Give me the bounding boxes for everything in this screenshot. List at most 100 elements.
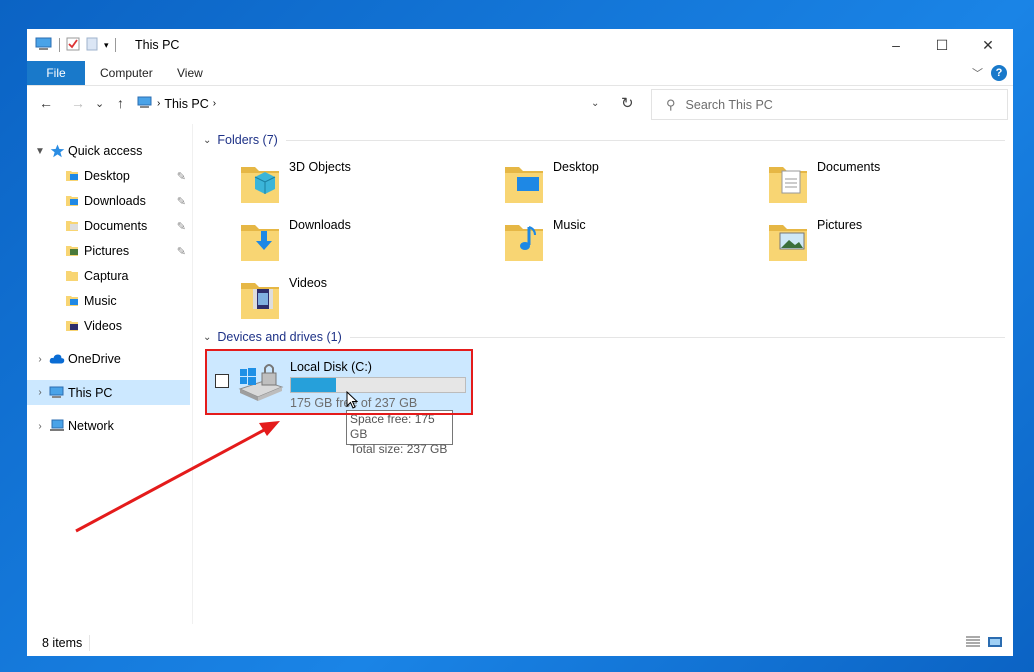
- sidebar-item-desktop[interactable]: Desktop ✎: [27, 164, 190, 188]
- nav-this-pc[interactable]: › This PC: [27, 380, 190, 405]
- group-divider: [285, 139, 1005, 141]
- search-icon: ⚲: [666, 96, 676, 112]
- this-pc-icon: [35, 37, 53, 54]
- tab-file[interactable]: File: [27, 61, 85, 85]
- sidebar-item-label: Music: [84, 294, 117, 308]
- folder-label: 3D Objects: [289, 160, 351, 174]
- desktop-folder-icon: [65, 169, 81, 183]
- close-button[interactable]: ✕: [965, 29, 1011, 61]
- item-count: 8 items: [42, 636, 83, 650]
- nav-label: This PC: [68, 385, 113, 400]
- expand-ribbon-icon[interactable]: ﹀: [972, 65, 983, 81]
- nav-label: Network: [68, 419, 114, 433]
- nav-network[interactable]: › Network: [27, 414, 190, 438]
- downloads-folder-icon: [65, 194, 81, 208]
- sidebar-item-downloads[interactable]: Downloads ✎: [27, 189, 190, 213]
- tab-computer[interactable]: Computer: [100, 61, 153, 85]
- folder-label: Desktop: [553, 160, 599, 174]
- toolbar-separator: [114, 38, 116, 52]
- details-view-icon[interactable]: [965, 635, 981, 649]
- drive-tooltip: Space free: 175 GB Total size: 237 GB: [346, 410, 453, 456]
- folder-label: Videos: [289, 276, 327, 290]
- music-folder-icon: [503, 217, 551, 265]
- cloud-icon: [49, 352, 65, 366]
- pin-icon[interactable]: ✎: [177, 245, 186, 258]
- collapse-group-icon[interactable]: ⌄: [203, 332, 211, 343]
- network-icon: [49, 419, 65, 433]
- folder-tile-videos[interactable]: Videos: [199, 269, 439, 323]
- breadcrumb-separator-icon[interactable]: ›: [213, 98, 216, 109]
- pin-icon[interactable]: ✎: [177, 170, 186, 183]
- videos-folder-icon: [239, 275, 287, 323]
- sidebar-item-label: Captura: [84, 269, 129, 283]
- tooltip-line-total: Total size: 237 GB: [350, 442, 448, 456]
- documents-folder-icon: [65, 219, 81, 233]
- address-dropdown-icon[interactable]: ⌄: [591, 98, 599, 109]
- folder-icon: [65, 269, 81, 283]
- sidebar-item-label: Videos: [84, 319, 122, 333]
- window-title: This PC: [135, 38, 180, 52]
- group-title: Devices and drives (1): [217, 330, 342, 344]
- nav-quick-access[interactable]: ▼ Quick access: [27, 139, 190, 163]
- recent-locations-button[interactable]: ⌄: [95, 97, 104, 110]
- sidebar-item-captura[interactable]: Captura: [27, 264, 190, 288]
- forward-button[interactable]: →: [71, 95, 85, 111]
- folder-tile-desktop[interactable]: Desktop: [463, 153, 703, 207]
- annotation-highlight-box: [205, 349, 473, 415]
- collapsed-chevron-icon[interactable]: ›: [33, 387, 47, 398]
- pin-icon[interactable]: ✎: [177, 195, 186, 208]
- group-title: Folders (7): [217, 133, 278, 147]
- customize-toolbar-icon[interactable]: ▾: [104, 40, 109, 51]
- this-pc-icon: [137, 96, 153, 112]
- documents-folder-icon: [767, 159, 815, 207]
- maximize-button[interactable]: ☐: [919, 29, 965, 61]
- expanded-chevron-icon[interactable]: ▼: [33, 146, 47, 157]
- minimize-button[interactable]: –: [873, 29, 919, 61]
- tooltip-line-free: Space free: 175 GB: [350, 412, 435, 441]
- nav-label: OneDrive: [68, 352, 121, 366]
- collapsed-chevron-icon[interactable]: ›: [33, 354, 47, 365]
- folder-tile-documents[interactable]: Documents: [727, 153, 967, 207]
- 3d-objects-folder-icon: [239, 159, 287, 207]
- nav-onedrive[interactable]: › OneDrive: [27, 347, 190, 371]
- breadcrumb[interactable]: This PC: [164, 97, 208, 111]
- nav-label: Quick access: [68, 144, 143, 158]
- folder-tile-pictures[interactable]: Pictures: [727, 211, 967, 265]
- properties-icon[interactable]: [66, 37, 80, 54]
- title-bar: ▾ This PC – ☐ ✕: [27, 29, 1013, 61]
- folder-tile-3d-objects[interactable]: 3D Objects: [199, 153, 439, 207]
- sidebar-item-music[interactable]: Music: [27, 289, 190, 313]
- status-bar: 8 items: [27, 630, 1013, 656]
- mouse-cursor-icon: [346, 391, 358, 409]
- sidebar-item-videos[interactable]: Videos: [27, 314, 190, 338]
- search-placeholder[interactable]: Search This PC: [686, 98, 773, 112]
- search-box[interactable]: ⚲ Search This PC: [651, 89, 1008, 120]
- back-button[interactable]: ←: [39, 95, 53, 111]
- folder-label: Pictures: [817, 218, 863, 232]
- collapse-group-icon[interactable]: ⌄: [203, 135, 211, 146]
- folders-group-header[interactable]: ⌄ Folders (7): [199, 130, 1005, 150]
- large-icons-view-icon[interactable]: [987, 635, 1003, 649]
- pin-icon[interactable]: ✎: [177, 220, 186, 233]
- refresh-button[interactable]: ↻: [621, 94, 634, 112]
- sidebar-item-pictures[interactable]: Pictures ✎: [27, 239, 190, 263]
- up-button[interactable]: ↑: [117, 95, 124, 111]
- folder-tile-music[interactable]: Music: [463, 211, 703, 265]
- help-icon[interactable]: ?: [991, 65, 1007, 81]
- sidebar-item-label: Documents: [84, 219, 148, 233]
- sidebar-item-documents[interactable]: Documents ✎: [27, 214, 190, 238]
- pictures-folder-icon: [767, 217, 815, 265]
- group-divider: [349, 336, 1005, 338]
- sidebar-item-label: Downloads: [84, 194, 146, 208]
- drives-group-header[interactable]: ⌄ Devices and drives (1): [199, 327, 1005, 347]
- explorer-window: ▾ This PC – ☐ ✕ File Computer View ﹀ ? ←…: [27, 29, 1013, 656]
- sidebar-item-label: Pictures: [84, 244, 130, 258]
- new-folder-icon[interactable]: [86, 37, 98, 54]
- sidebar-item-label: Desktop: [84, 169, 130, 183]
- downloads-folder-icon: [239, 217, 287, 265]
- breadcrumb-separator-icon[interactable]: ›: [157, 98, 160, 109]
- collapsed-chevron-icon[interactable]: ›: [33, 421, 47, 432]
- tab-view[interactable]: View: [177, 61, 203, 85]
- folder-tile-downloads[interactable]: Downloads: [199, 211, 439, 265]
- address-box[interactable]: › This PC ›: [137, 91, 645, 116]
